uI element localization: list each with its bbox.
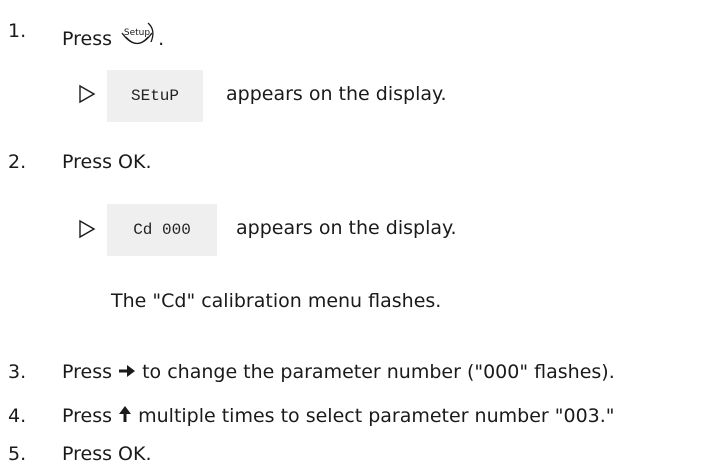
step-4-text: Press multiple times to select parameter…	[62, 405, 615, 428]
right-arrow-icon	[118, 362, 136, 384]
display-readout-cd: Cd 000	[107, 204, 217, 256]
result-2-text: appears on the display.	[236, 217, 457, 239]
step-3-number: 3.	[8, 361, 27, 383]
step-1-pre: Press	[62, 28, 113, 50]
display-readout-setup: SEtuP	[107, 70, 203, 122]
setup-key-label: Setup	[124, 28, 150, 38]
step-4-post: multiple times to select parameter numbe…	[138, 405, 615, 427]
step-3-post: to change the parameter number ("000" fl…	[142, 361, 615, 383]
up-arrow-icon	[118, 405, 132, 428]
step-1-number: 1.	[8, 20, 27, 42]
step-1-text: Press Setup .	[62, 20, 164, 59]
result-1-text: appears on the display.	[226, 83, 447, 105]
result-triangle-icon	[77, 84, 99, 106]
step-4-number: 4.	[8, 405, 27, 427]
step-2-number: 2.	[8, 151, 27, 173]
step-1-post: .	[158, 28, 165, 50]
step-4-pre: Press	[62, 405, 113, 427]
step-5-number: 5.	[8, 443, 27, 465]
step-5-text: Press OK.	[62, 443, 152, 465]
step-3-text: Press to change the parameter number ("0…	[62, 361, 615, 384]
result-triangle-icon	[77, 219, 99, 241]
note-text: The "Cd" calibration menu flashes.	[111, 290, 442, 312]
step-3-pre: Press	[62, 361, 113, 383]
setup-key-icon: Setup	[118, 20, 158, 59]
step-2-text: Press OK.	[62, 151, 152, 173]
